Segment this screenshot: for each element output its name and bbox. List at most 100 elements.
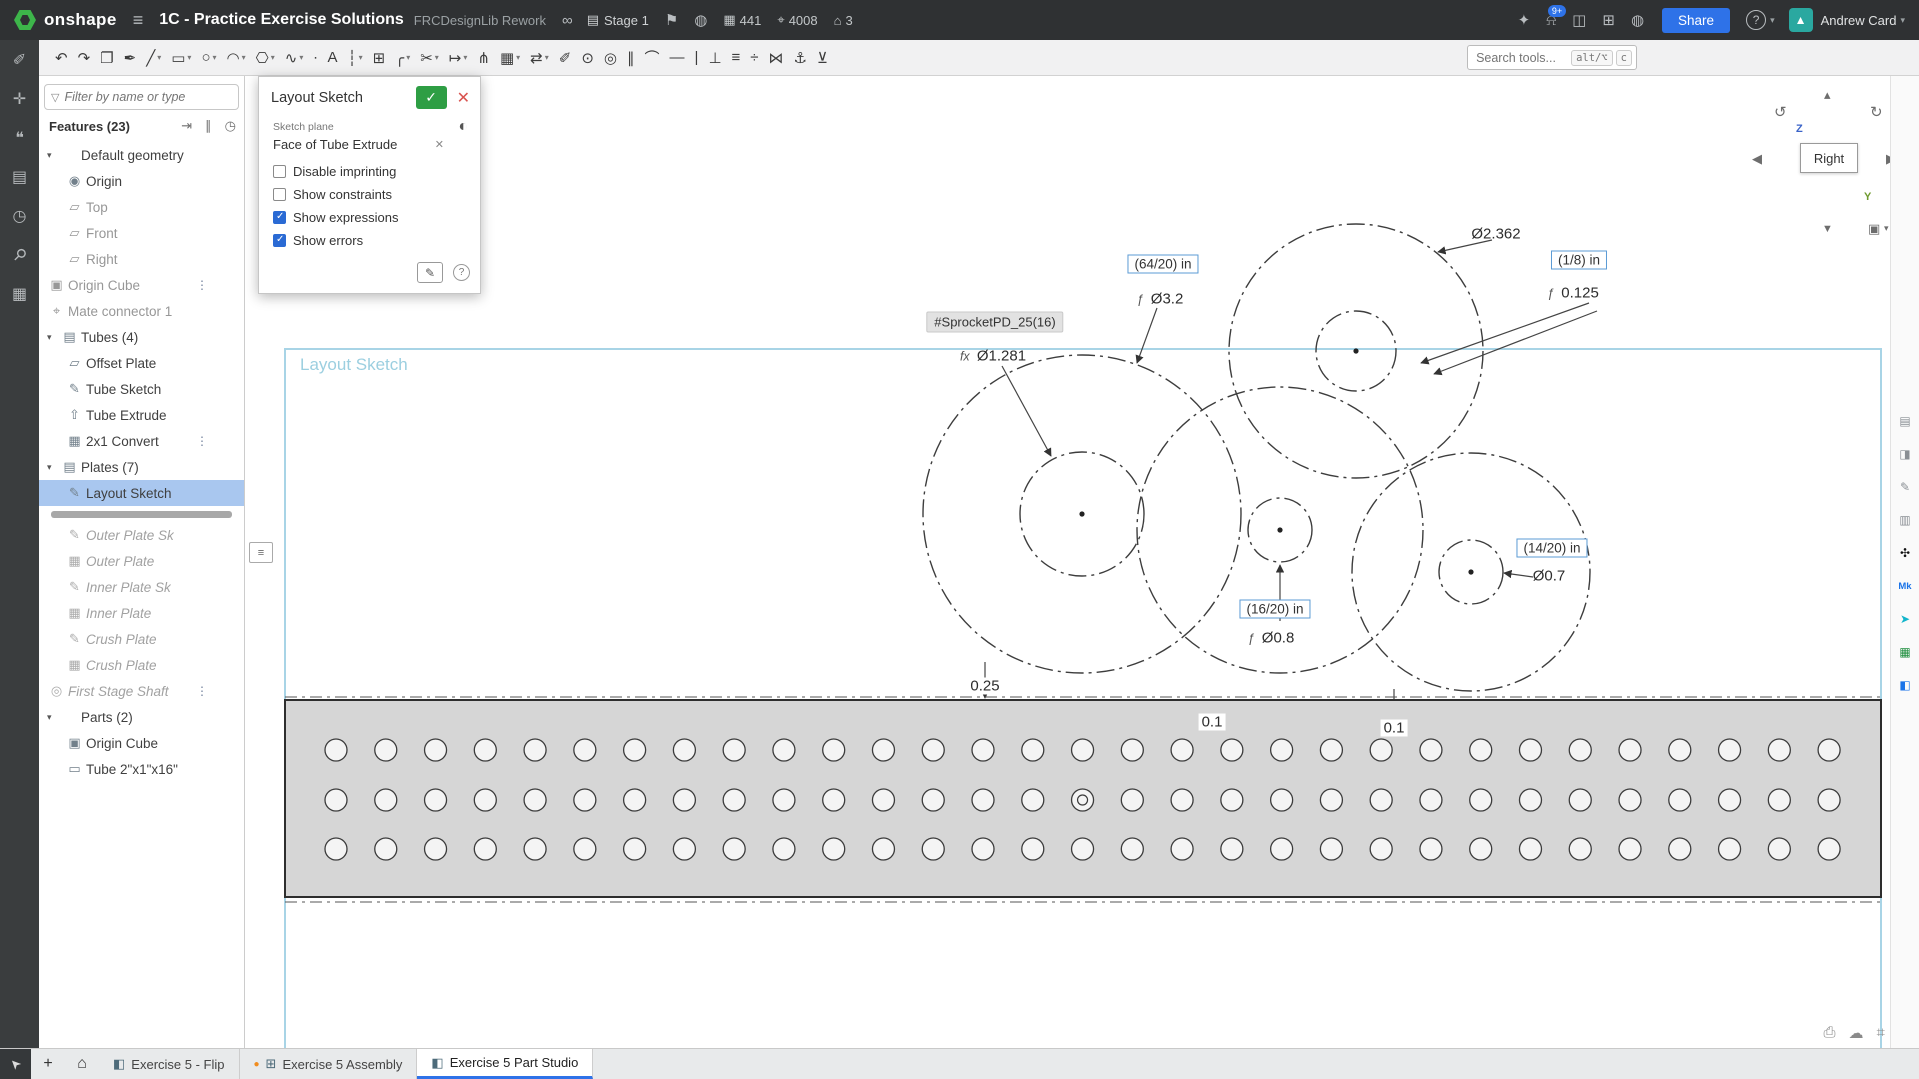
- context-dots-icon[interactable]: ⋮: [196, 684, 208, 698]
- dimension-01b[interactable]: 0.1: [1381, 720, 1408, 737]
- help-button[interactable]: ?: [1746, 10, 1766, 30]
- tree-caret-icon[interactable]: ▾: [47, 712, 60, 723]
- document-title[interactable]: 1C - Practice Exercise Solutions: [159, 11, 404, 29]
- flip-plane-icon[interactable]: ◐: [458, 118, 468, 136]
- hamburger-menu-icon[interactable]: ≡: [133, 10, 144, 31]
- feature-item[interactable]: ▾ Parts (2): [39, 704, 244, 730]
- butterfly-extension-icon[interactable]: ✣: [1895, 543, 1915, 563]
- sketch-pen-button[interactable]: ✎: [417, 262, 443, 283]
- dimension-0125[interactable]: ƒ 0.125: [1547, 285, 1599, 302]
- confirm-button[interactable]: ✓: [416, 86, 447, 109]
- clear-selection-icon[interactable]: ✕: [435, 138, 444, 151]
- feature-item[interactable]: ◉ Origin: [39, 168, 244, 194]
- sketch-panel-icon[interactable]: ✐: [13, 50, 26, 70]
- tool-button[interactable]: ┆ ▾: [344, 46, 367, 70]
- dialog-checkbox[interactable]: Disable imprinting: [259, 160, 480, 183]
- tool-caret-icon[interactable]: ▾: [463, 53, 467, 62]
- document-location[interactable]: ▤ Stage 1: [587, 12, 649, 28]
- tool-button[interactable]: ❐: [96, 46, 117, 70]
- tool-button[interactable]: ∙: [309, 46, 321, 69]
- tool-button[interactable]: ⊞: [369, 46, 390, 70]
- rotate-ccw-icon[interactable]: ↺: [1774, 103, 1787, 121]
- tool-button[interactable]: ╱ ▾: [142, 46, 165, 70]
- checkbox-box[interactable]: [273, 165, 286, 178]
- views-stat[interactable]: ▦ 441: [723, 12, 761, 28]
- view-cube-menu-icon[interactable]: ▣: [1868, 221, 1880, 237]
- feature-item[interactable]: ✎ Crush Plate: [39, 626, 244, 652]
- context-dots-icon[interactable]: ⋮: [196, 434, 208, 448]
- dimension-025[interactable]: 0.25: [967, 678, 1002, 695]
- app-grid-icon[interactable]: ⊞: [1602, 11, 1615, 29]
- globe-icon[interactable]: ◍: [694, 11, 707, 29]
- history-clock-icon[interactable]: ◷: [225, 118, 236, 134]
- new-tab-button[interactable]: +: [31, 1049, 65, 1079]
- feature-item[interactable]: [39, 506, 244, 522]
- feature-item[interactable]: ✎ Inner Plate Sk: [39, 574, 244, 600]
- user-menu-caret-icon[interactable]: ▾: [1900, 15, 1905, 26]
- tool-button[interactable]: ✐: [555, 46, 576, 70]
- rotate-cw-icon[interactable]: ↻: [1870, 103, 1883, 121]
- tool-button[interactable]: ⌒: [641, 44, 664, 71]
- tool-button[interactable]: ◎: [600, 46, 621, 70]
- tree-caret-icon[interactable]: ▾: [47, 150, 60, 161]
- studio-tab[interactable]: ◧ Exercise 5 Part Studio: [417, 1049, 593, 1079]
- tree-caret-icon[interactable]: ▾: [47, 332, 60, 343]
- feature-item[interactable]: ▭ Tube 2"x1"x16": [39, 756, 244, 782]
- feature-item[interactable]: ▱ Offset Plate: [39, 350, 244, 376]
- tool-caret-icon[interactable]: ▾: [299, 53, 303, 62]
- rotate-down-icon[interactable]: ▼: [1822, 223, 1833, 235]
- user-avatar[interactable]: ▲: [1789, 8, 1813, 32]
- tool-caret-icon[interactable]: ▾: [545, 53, 549, 62]
- print-icon[interactable]: ⎙: [1824, 1024, 1836, 1042]
- tool-caret-icon[interactable]: ▾: [271, 53, 275, 62]
- checkbox-box[interactable]: [273, 234, 286, 247]
- tool-caret-icon[interactable]: ▾: [157, 53, 161, 62]
- tool-caret-icon[interactable]: ▾: [516, 53, 520, 62]
- feature-item[interactable]: ▱ Right: [39, 246, 244, 272]
- dialog-checkbox[interactable]: Show expressions: [259, 206, 480, 229]
- dimension-badge-eighth[interactable]: (1/8) in: [1551, 251, 1607, 270]
- tool-button[interactable]: ▦ ▾: [496, 46, 524, 70]
- context-dots-icon[interactable]: ⋮: [196, 278, 208, 292]
- rollback-pause-icon[interactable]: ∥: [205, 118, 212, 134]
- dimension-01a[interactable]: 0.1: [1199, 714, 1226, 731]
- cloud-sync-icon[interactable]: ☁: [1849, 1024, 1864, 1042]
- feature-item[interactable]: ✎ Layout Sketch: [39, 480, 244, 506]
- history-panel-icon[interactable]: ◷: [13, 206, 27, 226]
- dimension-badge-6420[interactable]: (64/20) in: [1127, 255, 1198, 274]
- feature-item[interactable]: ▾ ▤ Tubes (4): [39, 324, 244, 350]
- dimension-badge-1620[interactable]: (16/20) in: [1239, 600, 1310, 619]
- tool-button[interactable]: ⇄ ▾: [526, 46, 553, 70]
- mk-extension-icon[interactable]: Mk: [1895, 576, 1915, 596]
- feature-item[interactable]: ✎ Outer Plate Sk: [39, 522, 244, 548]
- ai-sparkle-icon[interactable]: ✦: [1518, 11, 1531, 29]
- reader-extension-icon[interactable]: ▤: [1895, 411, 1915, 431]
- feature-item[interactable]: ▦ 2x1 Convert ⋮: [39, 428, 244, 454]
- tool-button[interactable]: ↷: [74, 46, 95, 70]
- feature-item[interactable]: ▱ Top: [39, 194, 244, 220]
- feature-item[interactable]: ▾ Default geometry: [39, 142, 244, 168]
- link-icon[interactable]: ∞: [562, 12, 573, 29]
- studio-tab[interactable]: ◧ Exercise 5 - Flip: [99, 1049, 240, 1079]
- feature-item[interactable]: ▦ Inner Plate: [39, 600, 244, 626]
- tab-manager-home-icon[interactable]: ⌂: [65, 1049, 99, 1079]
- tool-caret-icon[interactable]: ▾: [242, 53, 246, 62]
- copies-stat[interactable]: ⌖ 4008: [777, 12, 817, 28]
- dialog-help-icon[interactable]: ?: [453, 264, 470, 281]
- tool-caret-icon[interactable]: ▾: [213, 53, 217, 62]
- feature-item[interactable]: ⇧ Tube Extrude: [39, 402, 244, 428]
- comments-panel-icon[interactable]: ❝: [15, 128, 24, 148]
- rotate-left-icon[interactable]: ◀: [1752, 151, 1762, 167]
- tool-button[interactable]: ╭ ▾: [391, 46, 414, 70]
- panel-left-icon[interactable]: ◫: [1572, 11, 1586, 29]
- tool-button[interactable]: ✒: [120, 46, 141, 70]
- tool-button[interactable]: ⊙: [577, 46, 598, 70]
- tool-caret-icon[interactable]: ▾: [187, 53, 191, 62]
- feature-item[interactable]: ⌖ Mate connector 1: [39, 298, 244, 324]
- tool-button[interactable]: —: [666, 46, 689, 69]
- tool-button[interactable]: ⋈: [765, 46, 788, 70]
- tool-button[interactable]: ≡: [728, 46, 745, 69]
- feature-item[interactable]: ▣ Origin Cube: [39, 730, 244, 756]
- notifications-bell-icon[interactable]: ⍾ 9+: [1546, 12, 1556, 29]
- dimension-dia-32[interactable]: ƒ Ø3.2: [1137, 291, 1184, 308]
